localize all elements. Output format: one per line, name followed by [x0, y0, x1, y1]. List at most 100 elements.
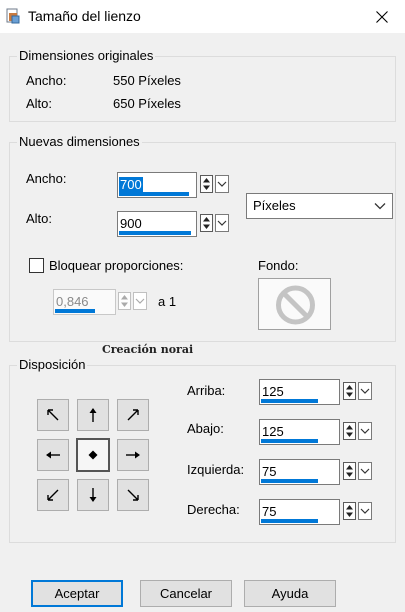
arrow-up-icon — [89, 408, 97, 422]
placement-legend: Disposición — [17, 357, 88, 373]
top-offset-progress — [261, 399, 318, 403]
ok-button[interactable]: Aceptar — [31, 580, 123, 607]
chevron-down-icon — [360, 388, 370, 394]
arrow-right-icon — [126, 451, 140, 459]
ratio-input[interactable]: 0,846 — [53, 289, 116, 315]
new-width-label: Ancho: — [26, 171, 67, 186]
new-width-input[interactable]: 700 — [117, 172, 197, 198]
window-title: Tamaño del lienzo — [28, 8, 141, 24]
chevron-down-icon — [360, 468, 370, 474]
anchor-center-button[interactable] — [76, 438, 110, 472]
anchor-bottom-button[interactable] — [77, 479, 109, 511]
arrow-up-right-icon — [127, 409, 139, 421]
new-width-value: 700 — [119, 177, 143, 193]
ratio-updown[interactable] — [118, 292, 131, 310]
ratio-dropdown[interactable] — [133, 292, 147, 310]
arrow-up-left-icon — [47, 409, 59, 421]
bottom-offset-value: 125 — [262, 424, 284, 439]
left-offset-updown[interactable] — [343, 462, 356, 480]
left-offset-progress — [261, 479, 318, 483]
center-dot-icon — [88, 450, 98, 460]
up-down-arrows-icon — [203, 217, 210, 229]
original-width-label: Ancho: — [26, 73, 67, 88]
up-down-arrows-icon — [346, 505, 353, 517]
bottom-offset-dropdown[interactable] — [358, 422, 372, 440]
background-swatch[interactable] — [258, 278, 331, 330]
right-offset-dropdown[interactable] — [358, 502, 372, 520]
anchor-right-button[interactable] — [117, 439, 149, 471]
lock-proportions-checkbox[interactable] — [29, 258, 44, 273]
top-offset-label: Arriba: — [187, 383, 226, 398]
right-offset-spinner[interactable]: 75 — [259, 499, 374, 525]
new-height-progress — [119, 231, 191, 235]
new-width-progress — [119, 192, 189, 196]
new-width-updown[interactable] — [200, 175, 213, 193]
close-icon — [376, 10, 388, 23]
bottom-offset-label: Abajo: — [187, 421, 224, 436]
watermark-text: Creación norai — [102, 343, 194, 356]
help-button[interactable]: Ayuda — [244, 580, 336, 607]
left-offset-value: 75 — [262, 464, 277, 479]
original-width-value: 550 Píxeles — [113, 73, 181, 88]
chevron-down-icon — [360, 508, 370, 514]
anchor-top-left-button[interactable] — [37, 399, 69, 431]
cancel-button[interactable]: Cancelar — [140, 580, 232, 607]
right-offset-input[interactable]: 75 — [259, 499, 340, 525]
arrow-down-left-icon — [47, 489, 59, 501]
title-bar: Tamaño del lienzo — [0, 0, 405, 33]
original-height-value: 650 Píxeles — [113, 96, 181, 111]
anchor-bottom-left-button[interactable] — [37, 479, 69, 511]
up-down-arrows-icon — [203, 178, 210, 190]
unit-select[interactable]: Píxeles — [246, 193, 393, 219]
chevron-down-icon — [217, 181, 227, 187]
anchor-bottom-right-button[interactable] — [117, 479, 149, 511]
unit-select-value: Píxeles — [253, 198, 296, 213]
anchor-top-right-button[interactable] — [117, 399, 149, 431]
chevron-down-icon — [374, 203, 386, 210]
top-offset-spinner[interactable]: 125 — [259, 379, 374, 405]
ratio-suffix-label: a 1 — [158, 294, 177, 309]
up-down-arrows-icon — [346, 425, 353, 437]
new-height-spinner[interactable]: 900 — [117, 211, 232, 237]
top-offset-input[interactable]: 125 — [259, 379, 340, 405]
left-offset-dropdown[interactable] — [358, 462, 372, 480]
ratio-spinner[interactable]: 0,846 — [53, 289, 149, 315]
right-offset-value: 75 — [262, 504, 277, 519]
chevron-down-icon — [135, 298, 145, 304]
new-height-dropdown[interactable] — [215, 214, 229, 232]
bottom-offset-updown[interactable] — [343, 422, 356, 440]
left-offset-spinner[interactable]: 75 — [259, 459, 374, 485]
original-height-label: Alto: — [26, 96, 53, 111]
left-offset-label: Izquierda: — [187, 462, 245, 477]
bottom-offset-spinner[interactable]: 125 — [259, 419, 374, 445]
bottom-offset-progress — [261, 439, 318, 443]
new-height-value: 900 — [120, 216, 142, 231]
chevron-down-icon — [217, 220, 227, 226]
right-offset-updown[interactable] — [343, 502, 356, 520]
right-offset-progress — [261, 519, 318, 523]
lock-proportions-label[interactable]: Bloquear proporciones: — [49, 258, 183, 274]
new-height-updown[interactable] — [200, 214, 213, 232]
ratio-progress — [55, 309, 95, 313]
original-dimensions-group: Dimensiones originales — [9, 48, 396, 122]
new-dimensions-legend: Nuevas dimensiones — [17, 134, 142, 150]
left-offset-input[interactable]: 75 — [259, 459, 340, 485]
close-button[interactable] — [359, 0, 405, 33]
new-height-input[interactable]: 900 — [117, 211, 197, 237]
arrow-down-icon — [89, 488, 97, 502]
bottom-offset-input[interactable]: 125 — [259, 419, 340, 445]
original-dimensions-legend: Dimensiones originales — [17, 48, 156, 64]
top-offset-updown[interactable] — [343, 382, 356, 400]
top-offset-dropdown[interactable] — [358, 382, 372, 400]
chevron-down-icon — [360, 428, 370, 434]
background-label: Fondo: — [258, 258, 299, 273]
new-height-label: Alto: — [26, 211, 53, 226]
up-down-arrows-icon — [346, 385, 353, 397]
no-entry-icon — [276, 285, 315, 325]
canvas-size-app-icon — [6, 8, 20, 24]
anchor-left-button[interactable] — [37, 439, 69, 471]
new-width-dropdown[interactable] — [215, 175, 229, 193]
new-width-spinner[interactable]: 700 — [117, 172, 232, 198]
top-offset-value: 125 — [262, 384, 284, 399]
anchor-top-button[interactable] — [77, 399, 109, 431]
